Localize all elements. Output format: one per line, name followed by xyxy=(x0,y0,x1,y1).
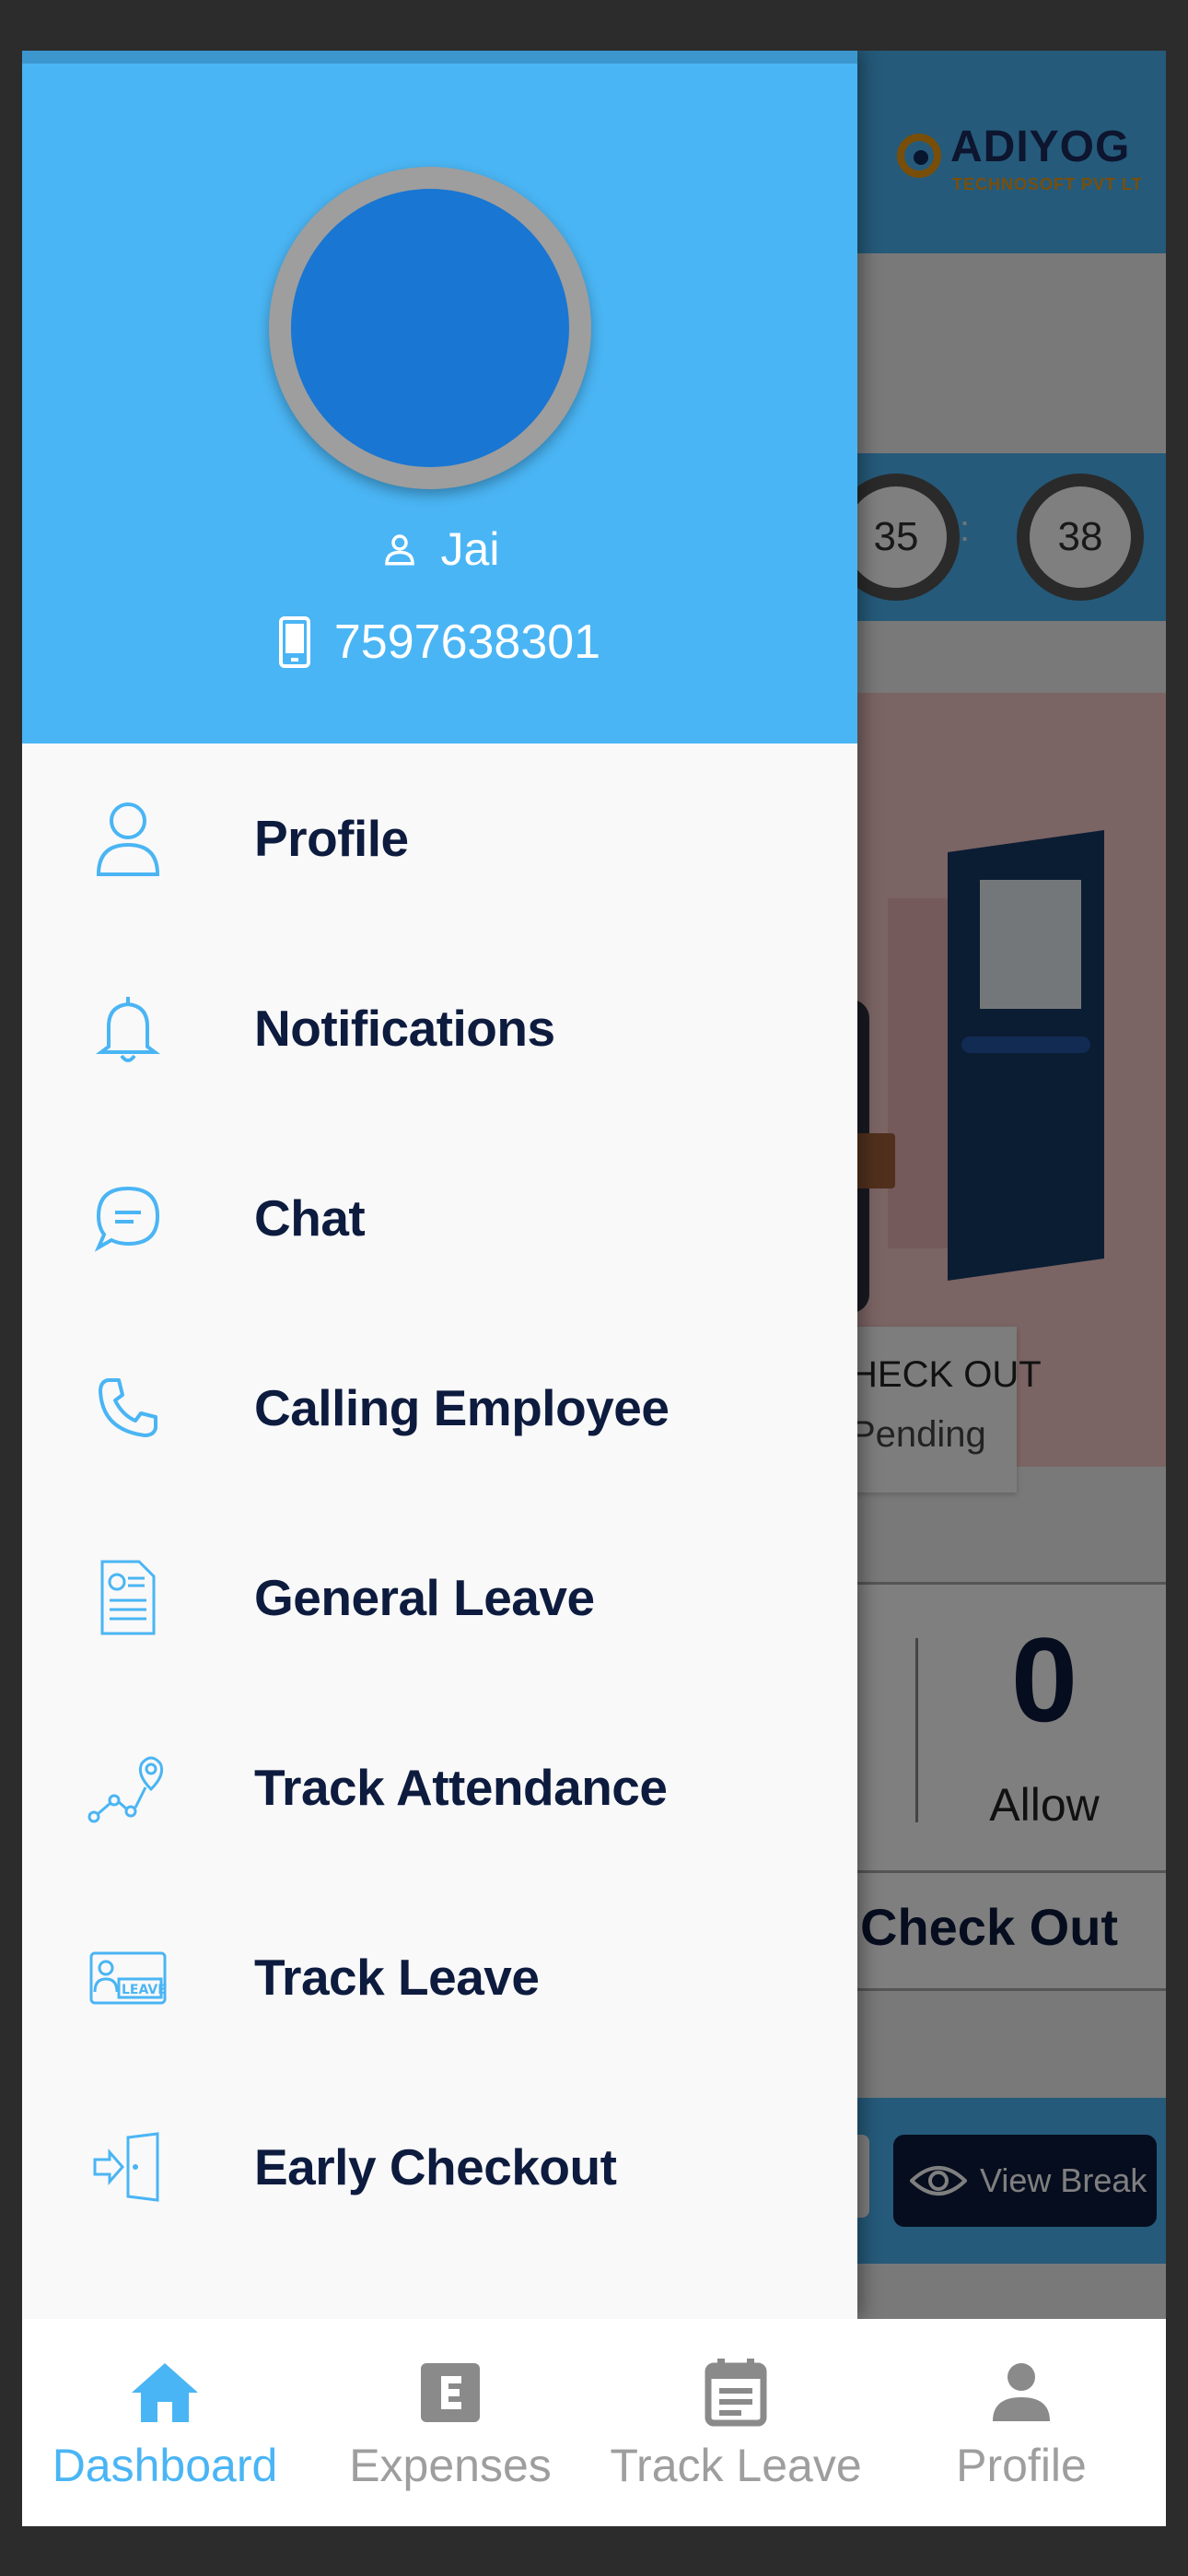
nav-label-expenses: Expenses xyxy=(349,2440,552,2491)
door-exit-icon xyxy=(87,2125,169,2208)
nav-label-track-leave: Track Leave xyxy=(610,2440,862,2491)
calendar-icon xyxy=(699,2356,773,2430)
nav-expenses[interactable]: Expenses xyxy=(308,2319,593,2526)
nav-dashboard[interactable]: Dashboard xyxy=(22,2319,308,2526)
nav-label-profile: Profile xyxy=(956,2440,1087,2491)
bottom-navigation: Dashboard Expenses Track Leave Profile xyxy=(22,2319,1166,2526)
menu-label-notifications: Notifications xyxy=(254,1000,555,1057)
nav-profile[interactable]: Profile xyxy=(879,2319,1164,2526)
menu-item-calling-employee[interactable]: Calling Employee xyxy=(22,1313,857,1503)
expenses-icon xyxy=(413,2356,487,2430)
menu-label-chat: Chat xyxy=(254,1189,366,1247)
user-name: Jai xyxy=(440,523,500,575)
menu-item-chat[interactable]: Chat xyxy=(22,1123,857,1313)
menu-label-calling-employee: Calling Employee xyxy=(254,1379,670,1436)
app-screen: ADIYOG TECHNOSOFT PVT LT 35 : 38 HECK OU… xyxy=(22,51,1166,2526)
menu-label-track-leave: Track Leave xyxy=(254,1949,540,2006)
leave-card-icon: LEAVE xyxy=(87,1936,169,2019)
drawer-header: Jai 7597638301 xyxy=(22,51,857,744)
menu-label-profile: Profile xyxy=(254,810,409,867)
menu-label-general-leave: General Leave xyxy=(254,1569,595,1626)
user-icon xyxy=(87,797,169,880)
user-phone: 7597638301 xyxy=(333,615,601,669)
menu-label-early-checkout: Early Checkout xyxy=(254,2138,617,2195)
menu-item-track-attendance[interactable]: Track Attendance xyxy=(22,1692,857,1882)
route-pin-icon xyxy=(87,1746,169,1829)
home-icon xyxy=(128,2356,202,2430)
menu-item-early-checkout[interactable]: Early Checkout xyxy=(22,2072,857,2262)
menu-item-profile[interactable]: Profile xyxy=(22,744,857,933)
chat-icon xyxy=(87,1177,169,1259)
nav-track-leave[interactable]: Track Leave xyxy=(593,2319,879,2526)
navigation-drawer: Jai 7597638301 Profile Notifications Cha… xyxy=(22,51,857,2319)
nav-label-dashboard: Dashboard xyxy=(52,2440,278,2491)
drawer-menu: Profile Notifications Chat Calling Emplo… xyxy=(22,744,857,2262)
menu-item-track-leave[interactable]: LEAVE Track Leave xyxy=(22,1882,857,2072)
avatar-image xyxy=(291,189,569,467)
menu-item-notifications[interactable]: Notifications xyxy=(22,933,857,1123)
person-icon xyxy=(984,2356,1058,2430)
user-name-row: Jai xyxy=(22,522,857,576)
status-strip xyxy=(22,51,857,64)
avatar[interactable] xyxy=(269,167,591,489)
svg-text:LEAVE: LEAVE xyxy=(122,1983,167,1997)
menu-label-track-attendance: Track Attendance xyxy=(254,1759,668,1816)
menu-item-general-leave[interactable]: General Leave xyxy=(22,1503,857,1692)
user-phone-row: 7597638301 xyxy=(22,615,857,670)
phone-icon xyxy=(87,1366,169,1449)
document-icon xyxy=(87,1556,169,1639)
person-outline-icon xyxy=(384,534,414,566)
bell-icon xyxy=(87,987,169,1070)
mobile-phone-icon xyxy=(278,616,310,668)
